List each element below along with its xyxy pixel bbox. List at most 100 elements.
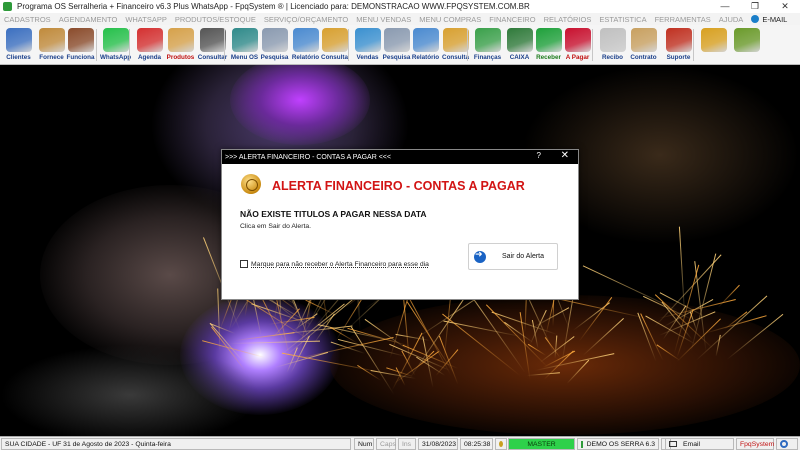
menu-servico-orcamento[interactable]: SERVIÇO/ORÇAMENTO [260,15,352,24]
toolbar-button-whatsapp[interactable]: WhatsApp [100,26,131,64]
mail-icon [669,441,677,447]
toolbar-label: Contrato [630,54,657,61]
checkbox-label[interactable]: Marque para não receber o Alerta Finance… [251,261,429,268]
toolbar-button-pesquisa[interactable]: Pesquisa [381,26,412,64]
checkbox-box[interactable] [240,260,248,268]
status-time: 08:25:38 [460,438,493,450]
maximize-button[interactable]: ❐ [740,0,770,13]
status-num: Num [354,438,374,450]
menu-agendamento[interactable]: AGENDAMENTO [55,15,122,24]
toolbar-separator [693,29,694,61]
skip-alert-checkbox[interactable]: Marque para não receber o Alerta Finance… [240,260,429,268]
toolbar-button-clientes[interactable]: Clientes [3,26,34,64]
toolbar-button-funciona[interactable]: Funciona [65,26,96,64]
financial-alert-dialog: >>> ALERTA FINANCEIRO - CONTAS A PAGAR <… [221,149,579,300]
menu-financeiro[interactable]: FINANCEIRO [485,15,539,24]
dialog-body: ALERTA FINANCEIRO - CONTAS A PAGAR NÃO E… [222,164,578,299]
alert-message: NÃO EXISTE TITULOS A PAGAR NESSA DATA [240,209,427,219]
menubar: CADASTROS AGENDAMENTO WHATSAPP PRODUTOS/… [0,13,800,25]
search-doc-icon [383,28,410,52]
dialog-titlebar: >>> ALERTA FINANCEIRO - CONTAS A PAGAR <… [222,150,578,164]
menu-whatsapp[interactable]: WHATSAPP [121,15,171,24]
toolbar-label: Produtos [166,54,195,61]
toolbar-button-relat-rio[interactable]: Relatório [410,26,441,64]
search-doc-icon [261,28,288,52]
alert-heading: ALERTA FINANCEIRO - CONTAS A PAGAR [272,179,525,193]
menu-produtos-estoque[interactable]: PRODUTOS/ESTOQUE [171,15,260,24]
dialog-title: >>> ALERTA FINANCEIRO - CONTAS A PAGAR <… [225,153,391,161]
toolbar-button-pesquisa[interactable]: Pesquisa [259,26,290,64]
toolbar-label: Pesquisa [382,54,411,61]
toolbar-button-consulta[interactable]: Consulta [319,26,350,64]
clients-icon [5,28,32,52]
boxes-icon [167,28,194,52]
toolbar-label: Consultar [197,54,228,61]
toolbar-button-caixa[interactable]: CAIXA [504,26,535,64]
toolbar-label: Finanças [473,54,502,61]
menu-ajuda[interactable]: AJUDA [715,15,748,24]
alert-hint: Clica em Sair do Alerta. [240,223,312,230]
cash-register-icon [506,28,533,52]
toolbar-label: Agenda [137,54,162,61]
report-icon [292,28,319,52]
coin-icon [700,28,727,52]
status-date: 31/08/2023 [418,438,458,450]
toolbar-button-a-pagar[interactable]: A Pagar [562,26,593,64]
toolbar-button-fornece[interactable]: Fornece [36,26,67,64]
exit-alert-button[interactable]: Sair do Alerta [468,243,558,270]
dollar-red-icon [564,28,591,52]
toolbar-button-receber[interactable]: Receber [533,26,564,64]
report-icon [412,28,439,52]
toolbar-label: Pesquisa [260,54,289,61]
toolbar-button-coin[interactable] [698,26,729,64]
wrench-icon [231,28,258,52]
employees-icon [67,28,94,52]
toolbar-label: A Pagar [565,54,590,61]
toolbar-button-suporte[interactable]: Suporte [663,26,694,64]
status-caps: Caps [376,438,396,450]
close-window-button[interactable]: ✕ [770,0,800,13]
menu-cadastros[interactable]: CADASTROS [0,15,55,24]
toolbar-button-relat-rio[interactable]: Relatório [290,26,321,64]
finance-icon [474,28,501,52]
toolbar-label: Funciona [66,54,95,61]
status-key-icon [495,438,507,450]
toolbar-separator [348,29,349,61]
menu-vendas[interactable]: MENU VENDAS [352,15,415,24]
menu-compras[interactable]: MENU COMPRAS [415,15,485,24]
status-mode: MASTER [508,438,575,450]
toolbar-button-agenda[interactable]: Agenda [134,26,165,64]
status-email-label: Email [683,440,700,448]
version-flag-icon [581,440,583,448]
statusbar: SUA CIDADE - UF 31 de Agosto de 2023 - Q… [0,436,800,450]
toolbar-button-produtos[interactable]: Produtos [165,26,196,64]
dialog-close-button[interactable]: ✕ [561,150,569,161]
menu-email[interactable]: E-MAIL [747,15,791,24]
toolbar-button-menu-os[interactable]: Menu OS [229,26,260,64]
toolbar-button-contrato[interactable]: Contrato [628,26,659,64]
toolbar-label: Menu OS [230,54,259,61]
toolbar-button-exit[interactable] [731,26,762,64]
contract-icon [630,28,657,52]
menu-ferramentas[interactable]: FERRAMENTAS [651,15,715,24]
toolbar-button-finan-as[interactable]: Finanças [472,26,503,64]
sync-icon [780,440,788,448]
folder-icon [442,28,469,52]
status-email[interactable]: Email [665,438,734,450]
support-icon [665,28,692,52]
status-version-label: DEMO OS SERRA 6.3 [586,440,655,448]
toolbar-button-vendas[interactable]: Vendas [352,26,383,64]
toolbar-button-recibo[interactable]: Recibo [597,26,628,64]
toolbar-separator [592,29,593,61]
minimize-button[interactable]: — [710,0,740,13]
status-ins: Ins [398,438,416,450]
menu-estatistica[interactable]: ESTATISTICA [595,15,650,24]
whatsapp-icon [102,28,129,52]
menu-email-label: E-MAIL [762,14,788,24]
receipt-icon [599,28,626,52]
help-button[interactable]: ? [537,151,541,160]
toolbar-separator [96,29,97,61]
spark-streak [717,284,741,308]
exit-icon [733,28,760,52]
menu-relatorios[interactable]: RELATÓRIOS [540,15,596,24]
